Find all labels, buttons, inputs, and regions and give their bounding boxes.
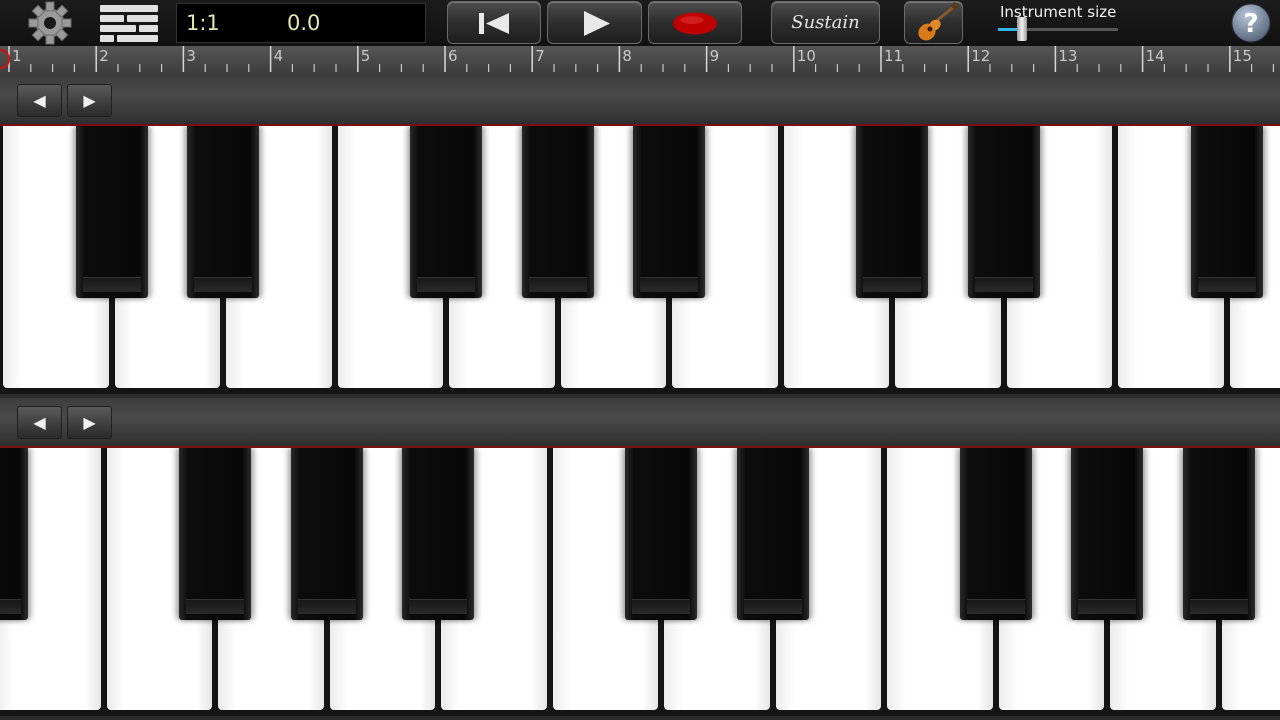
black-key[interactable] xyxy=(856,126,928,298)
slider-thumb[interactable] xyxy=(1017,17,1027,41)
ruler-bar-number: 7 xyxy=(535,47,545,65)
instrument-button[interactable] xyxy=(904,1,963,44)
ruler-bar-number: 11 xyxy=(884,47,904,65)
black-key[interactable] xyxy=(1071,448,1143,620)
instrument-size-slider[interactable] xyxy=(998,17,1118,41)
position-display: 1:1 0.0 xyxy=(176,3,426,43)
svg-text:?: ? xyxy=(1243,9,1258,39)
bar-position: 1:1 xyxy=(186,11,220,35)
ruler-bar-number: 10 xyxy=(796,47,816,65)
ruler-bar-number: 15 xyxy=(1232,47,1252,65)
black-key[interactable] xyxy=(402,448,474,620)
ruler-bar-number: 14 xyxy=(1145,47,1165,65)
ruler-bar-number: 13 xyxy=(1058,47,1078,65)
black-key[interactable] xyxy=(521,126,594,298)
timeline-ruler[interactable]: 1 2 3 4 5 6 7 8 9 10 11 12 13 14 15 xyxy=(0,46,1280,76)
ruler-bar-number: 6 xyxy=(448,47,458,65)
black-key[interactable] xyxy=(0,448,28,620)
record-icon xyxy=(673,12,717,35)
black-key[interactable] xyxy=(967,126,1040,298)
black-key[interactable] xyxy=(75,126,148,298)
black-key[interactable] xyxy=(290,448,363,620)
black-key[interactable] xyxy=(1182,448,1255,620)
black-key[interactable] xyxy=(625,448,697,620)
black-key[interactable] xyxy=(410,126,482,298)
black-key[interactable] xyxy=(736,448,809,620)
toolbar: 1:1 0.0 Sustain Instrument size ? xyxy=(0,0,1280,46)
sustain-button[interactable]: Sustain xyxy=(771,1,880,44)
black-key[interactable] xyxy=(633,126,705,298)
playhead-marker[interactable] xyxy=(0,46,12,76)
ruler-bar-number: 8 xyxy=(622,47,632,65)
ruler-bar-number: 5 xyxy=(360,47,371,65)
ruler-bar-number: 1 xyxy=(12,47,22,65)
keyboard-2-next-button[interactable]: ▶ xyxy=(67,406,112,439)
keyboard-1 xyxy=(0,124,1280,394)
keyboard-2-prev-button[interactable]: ◀ xyxy=(17,406,62,439)
play-button[interactable] xyxy=(547,1,642,44)
question-mark-icon[interactable]: ? xyxy=(1226,1,1276,45)
guitar-icon xyxy=(918,2,960,41)
keyboard-1-nav: ◀ ▶ xyxy=(0,76,1280,124)
black-key[interactable] xyxy=(959,448,1032,620)
black-key[interactable] xyxy=(187,126,259,298)
keyboard-1-next-button[interactable]: ▶ xyxy=(67,84,112,117)
time-display: 0.0 xyxy=(287,11,321,35)
keyboard-2-nav: ◀ ▶ xyxy=(0,398,1280,446)
skip-to-start-icon xyxy=(479,13,509,34)
gear-icon[interactable] xyxy=(20,1,80,45)
keyboard-1-prev-button[interactable]: ◀ xyxy=(17,84,62,117)
ruler-bar-number: 2 xyxy=(99,47,109,65)
ruler-bar-number: 12 xyxy=(971,47,991,65)
ruler-bar-number: 9 xyxy=(709,47,720,65)
ruler-bar-number: 3 xyxy=(186,47,196,65)
keyboard-2 xyxy=(0,446,1280,716)
play-icon xyxy=(584,11,610,36)
bricks-menu-icon[interactable] xyxy=(98,2,160,44)
ruler-bar-number: 4 xyxy=(273,47,284,65)
black-key[interactable] xyxy=(179,448,251,620)
black-key[interactable] xyxy=(1190,126,1263,298)
rewind-button[interactable] xyxy=(447,1,541,44)
record-button[interactable] xyxy=(648,1,742,44)
